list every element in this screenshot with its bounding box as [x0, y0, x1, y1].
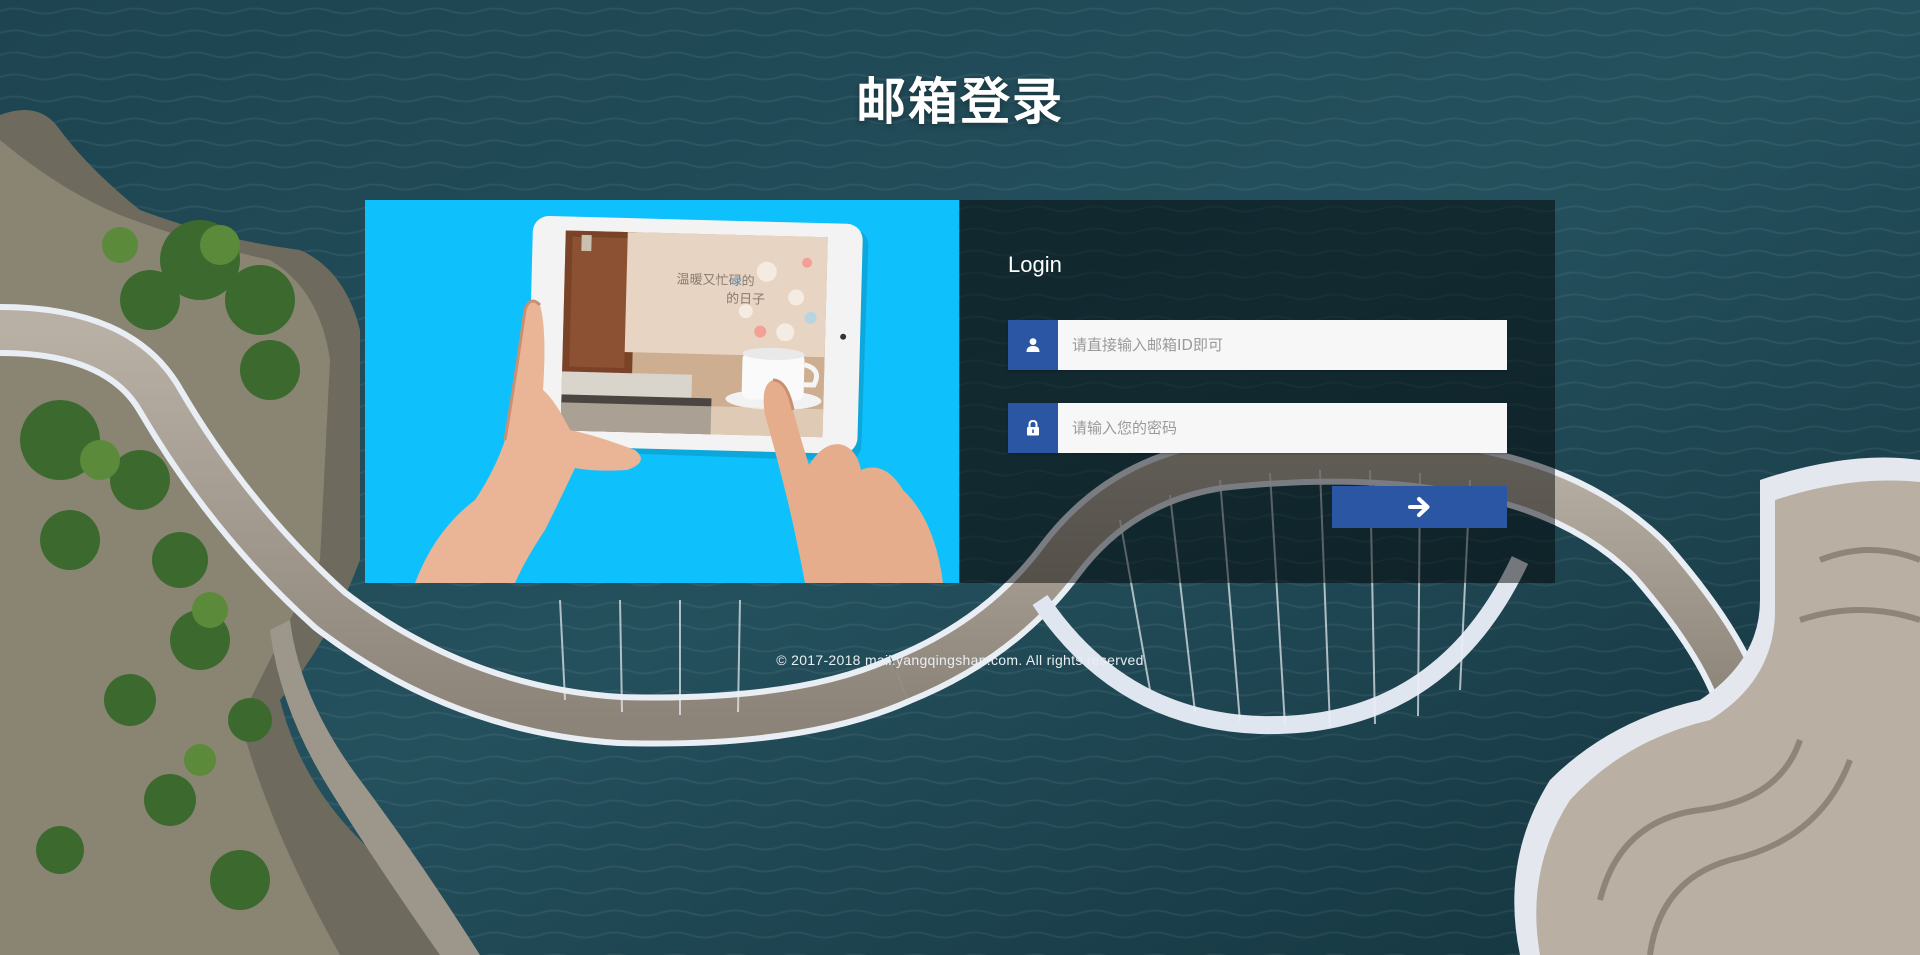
- promo-caption-line1: 温暖又忙碌的: [676, 271, 754, 289]
- login-submit-button[interactable]: [1332, 486, 1507, 528]
- lock-icon: [1008, 403, 1058, 453]
- tablet-hands-illustration: 温暖又忙碌的 的日子: [415, 216, 943, 583]
- copyright-text: © 2017-2018 mail.yangqingshan.com. All r…: [776, 652, 1144, 668]
- page-title: 邮箱登录: [856, 73, 1064, 131]
- user-icon: [1008, 320, 1058, 370]
- promo-image: 温暖又忙碌的 的日子: [365, 200, 959, 583]
- password-input[interactable]: [1058, 403, 1507, 453]
- login-panel: 温暖又忙碌的 的日子 Login: [365, 200, 1555, 583]
- arrow-right-icon: [1407, 497, 1429, 517]
- login-heading: Login: [1008, 252, 1062, 277]
- email-input[interactable]: [1058, 320, 1507, 370]
- password-field[interactable]: [1008, 403, 1507, 453]
- email-field[interactable]: [1008, 320, 1507, 370]
- promo-caption-line2: 的日子: [726, 291, 765, 308]
- login-form: Login: [960, 200, 1555, 583]
